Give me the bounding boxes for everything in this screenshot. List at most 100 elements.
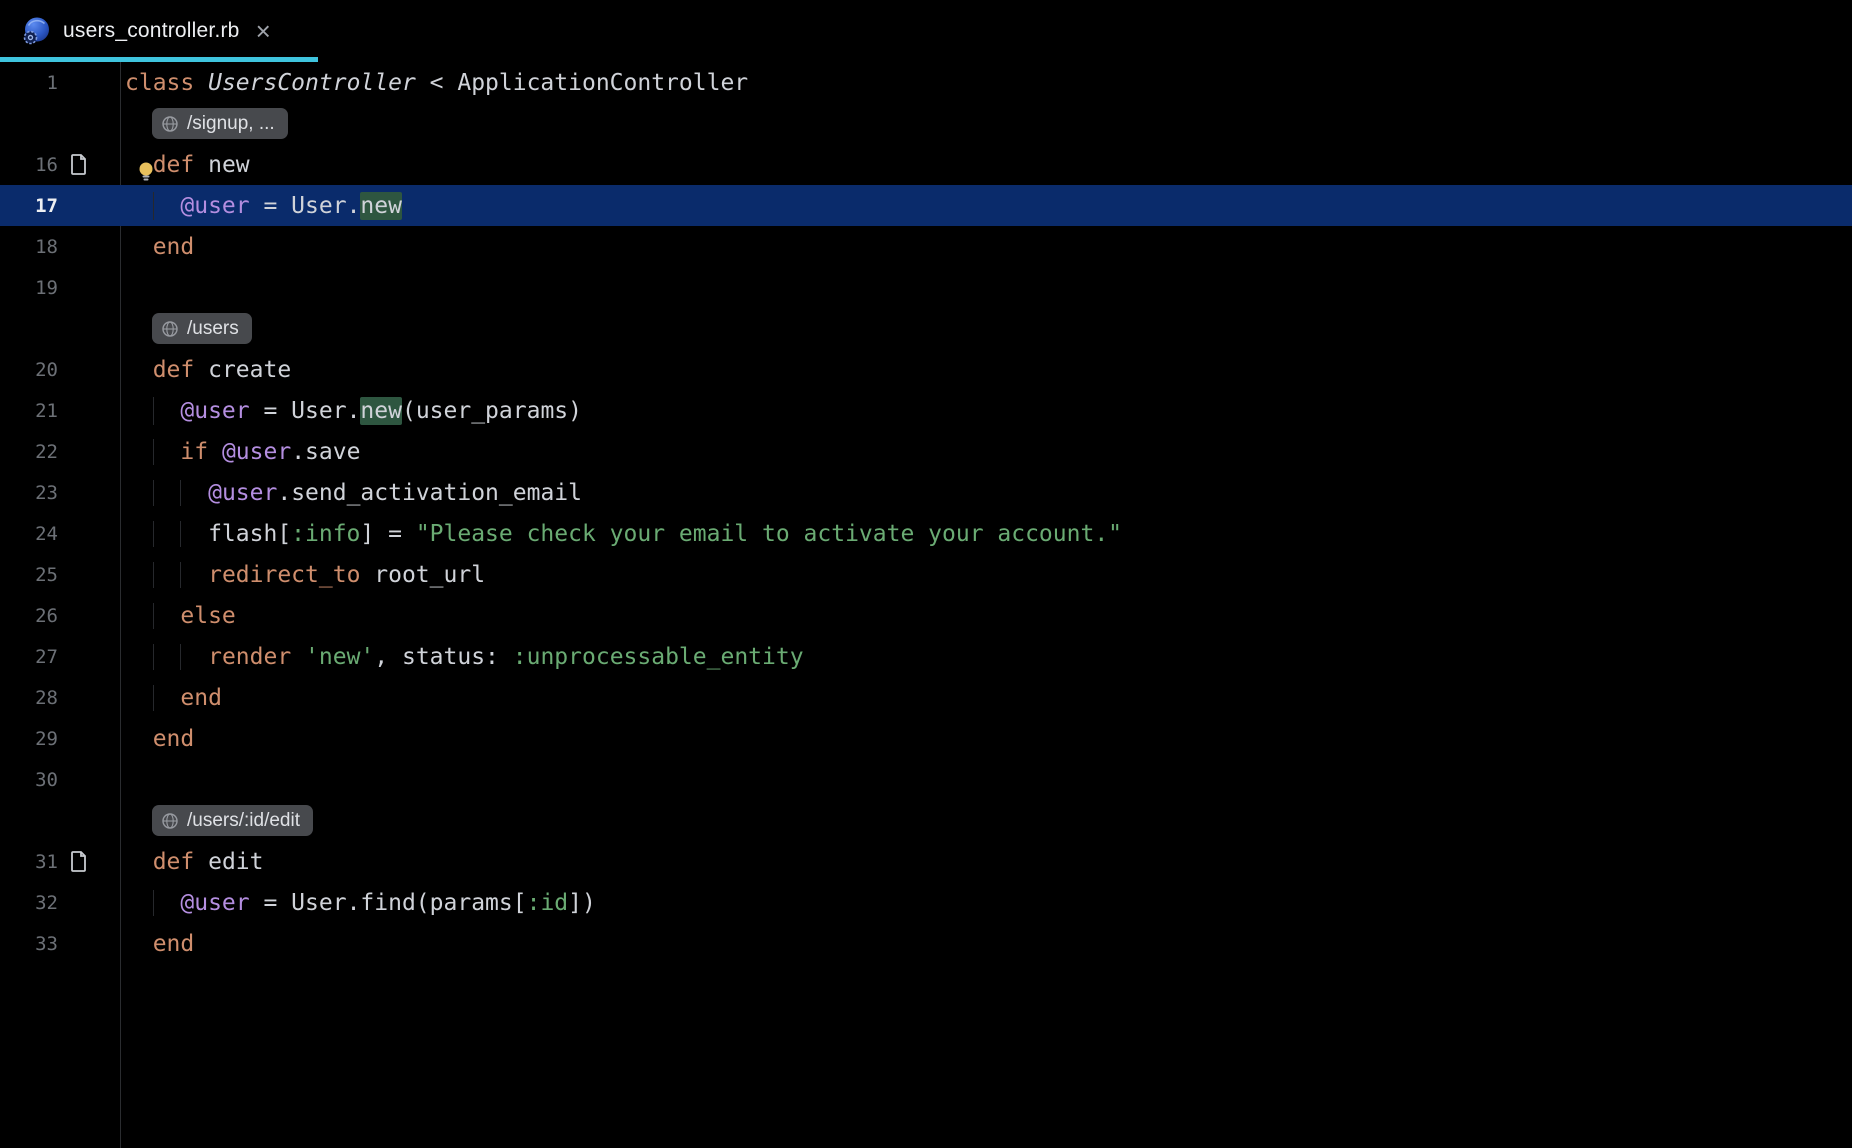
code-token: = User.find(params[: [250, 890, 527, 916]
route-inlay-hint[interactable]: /signup, ...: [152, 108, 288, 139]
code-content[interactable]: if @user.save: [120, 439, 1852, 465]
code-line[interactable]: 27 render 'new', status: :unprocessable_…: [0, 636, 1852, 677]
rubymine-window: users_controller.rb × 1 class UsersContro…: [0, 0, 1852, 1148]
gutter: 30: [0, 769, 120, 791]
route-inlay-hint[interactable]: /users/:id/edit: [152, 805, 313, 836]
code-line[interactable]: 22 if @user.save: [0, 431, 1852, 472]
line-number[interactable]: 20: [0, 359, 58, 381]
line-number[interactable]: 33: [0, 933, 58, 955]
line-number[interactable]: 1: [0, 72, 58, 94]
code-token: (user_params): [402, 398, 582, 424]
code-line[interactable]: 29 end: [0, 718, 1852, 759]
indent-guide: [153, 439, 154, 465]
code-content[interactable]: def create: [120, 357, 1852, 383]
code-content[interactable]: @user = User.find(params[:id]): [120, 890, 1852, 916]
indent-guide: [180, 521, 181, 547]
code-content[interactable]: redirect_to root_url: [120, 562, 1852, 588]
code-line[interactable]: 18 end: [0, 226, 1852, 267]
code-token: @user: [180, 193, 249, 219]
code-token: , status:: [374, 644, 512, 670]
inlay-hint-row[interactable]: /signup, ...: [0, 103, 1852, 144]
code-token: = User.: [250, 193, 361, 219]
code-content[interactable]: @user = User.new(user_params): [120, 397, 1852, 425]
line-number[interactable]: 27: [0, 646, 58, 668]
code-token: @user: [208, 480, 277, 506]
code-line[interactable]: 21 @user = User.new(user_params): [0, 390, 1852, 431]
code-token: :info: [291, 521, 360, 547]
code-token: @user: [180, 890, 249, 916]
line-number[interactable]: 17: [0, 195, 58, 217]
inlay-hint-container[interactable]: /signup, ...: [120, 108, 1852, 139]
gutter: 20: [0, 359, 120, 381]
line-number[interactable]: 18: [0, 236, 58, 258]
code-content[interactable]: end: [120, 726, 1852, 752]
line-number[interactable]: 30: [0, 769, 58, 791]
code-content[interactable]: flash[:info] = "Please check your email …: [120, 521, 1852, 547]
line-number[interactable]: 21: [0, 400, 58, 422]
code-line[interactable]: 17 @user = User.new: [0, 185, 1852, 226]
indent-guide: [153, 192, 154, 220]
code-token: [125, 644, 208, 670]
code-token: flash[: [125, 521, 291, 547]
line-number[interactable]: 29: [0, 728, 58, 750]
code-line[interactable]: 26 else: [0, 595, 1852, 636]
line-number[interactable]: 31: [0, 851, 58, 873]
code-content[interactable]: render 'new', status: :unprocessable_ent…: [120, 644, 1852, 670]
code-line[interactable]: 20 def create: [0, 349, 1852, 390]
code-content[interactable]: else: [120, 603, 1852, 629]
code-editor[interactable]: 1 class UsersController < ApplicationCont…: [0, 62, 1852, 1148]
code-line[interactable]: 28 end: [0, 677, 1852, 718]
line-number[interactable]: 22: [0, 441, 58, 463]
line-number[interactable]: 26: [0, 605, 58, 627]
line-number[interactable]: 23: [0, 482, 58, 504]
gutter: 24: [0, 523, 120, 545]
gutter: 33: [0, 933, 120, 955]
line-number[interactable]: 16: [0, 154, 58, 176]
blank-line[interactable]: 30: [0, 759, 1852, 800]
document-icon[interactable]: [70, 154, 92, 175]
tab-users-controller[interactable]: users_controller.rb ×: [0, 0, 318, 62]
gutter: 32: [0, 892, 120, 914]
route-inlay-hint[interactable]: /users: [152, 313, 252, 344]
inlay-hint-row[interactable]: /users: [0, 308, 1852, 349]
code-line[interactable]: 25 redirect_to root_url: [0, 554, 1852, 595]
code-content[interactable]: end: [120, 685, 1852, 711]
lightbulb-icon[interactable]: [138, 161, 154, 183]
code-token: UsersController: [208, 70, 416, 96]
blank-line[interactable]: 19: [0, 267, 1852, 308]
ruby-controller-file-icon: [22, 16, 52, 46]
line-number[interactable]: 32: [0, 892, 58, 914]
inlay-hint-container[interactable]: /users/:id/edit: [120, 805, 1852, 836]
code-line[interactable]: 23 @user.send_activation_email: [0, 472, 1852, 513]
line-number[interactable]: 19: [0, 277, 58, 299]
code-line[interactable]: 1 class UsersController < ApplicationCont…: [0, 62, 1852, 103]
code-content[interactable]: @user = User.new: [120, 192, 1852, 220]
document-icon[interactable]: [70, 851, 92, 872]
indent-guide: [180, 480, 181, 506]
code-content[interactable]: @user.send_activation_email: [120, 480, 1852, 506]
close-icon[interactable]: ×: [256, 18, 271, 44]
route-path-label: /users: [187, 318, 239, 340]
indent-guide: [153, 562, 154, 588]
code-token: edit: [208, 849, 263, 875]
code-line[interactable]: 33 end: [0, 923, 1852, 964]
code-token: end: [125, 726, 194, 752]
indent-guide: [153, 685, 154, 711]
inlay-hint-container[interactable]: /users: [120, 313, 1852, 344]
code-token: root_url: [360, 562, 485, 588]
code-content[interactable]: end: [120, 931, 1852, 957]
line-number[interactable]: 28: [0, 687, 58, 709]
code-content[interactable]: def new: [120, 152, 1852, 178]
code-content[interactable]: end: [120, 234, 1852, 260]
line-number[interactable]: 25: [0, 564, 58, 586]
line-number[interactable]: 24: [0, 523, 58, 545]
code-line[interactable]: 16 def new: [0, 144, 1852, 185]
code-content[interactable]: def edit: [120, 849, 1852, 875]
gutter: 19: [0, 277, 120, 299]
code-token: [125, 480, 208, 506]
code-line[interactable]: 31 def edit: [0, 841, 1852, 882]
code-line[interactable]: 24 flash[:info] = "Please check your ema…: [0, 513, 1852, 554]
code-line[interactable]: 32 @user = User.find(params[:id]): [0, 882, 1852, 923]
code-content[interactable]: class UsersController < ApplicationContr…: [120, 70, 1852, 96]
inlay-hint-row[interactable]: /users/:id/edit: [0, 800, 1852, 841]
